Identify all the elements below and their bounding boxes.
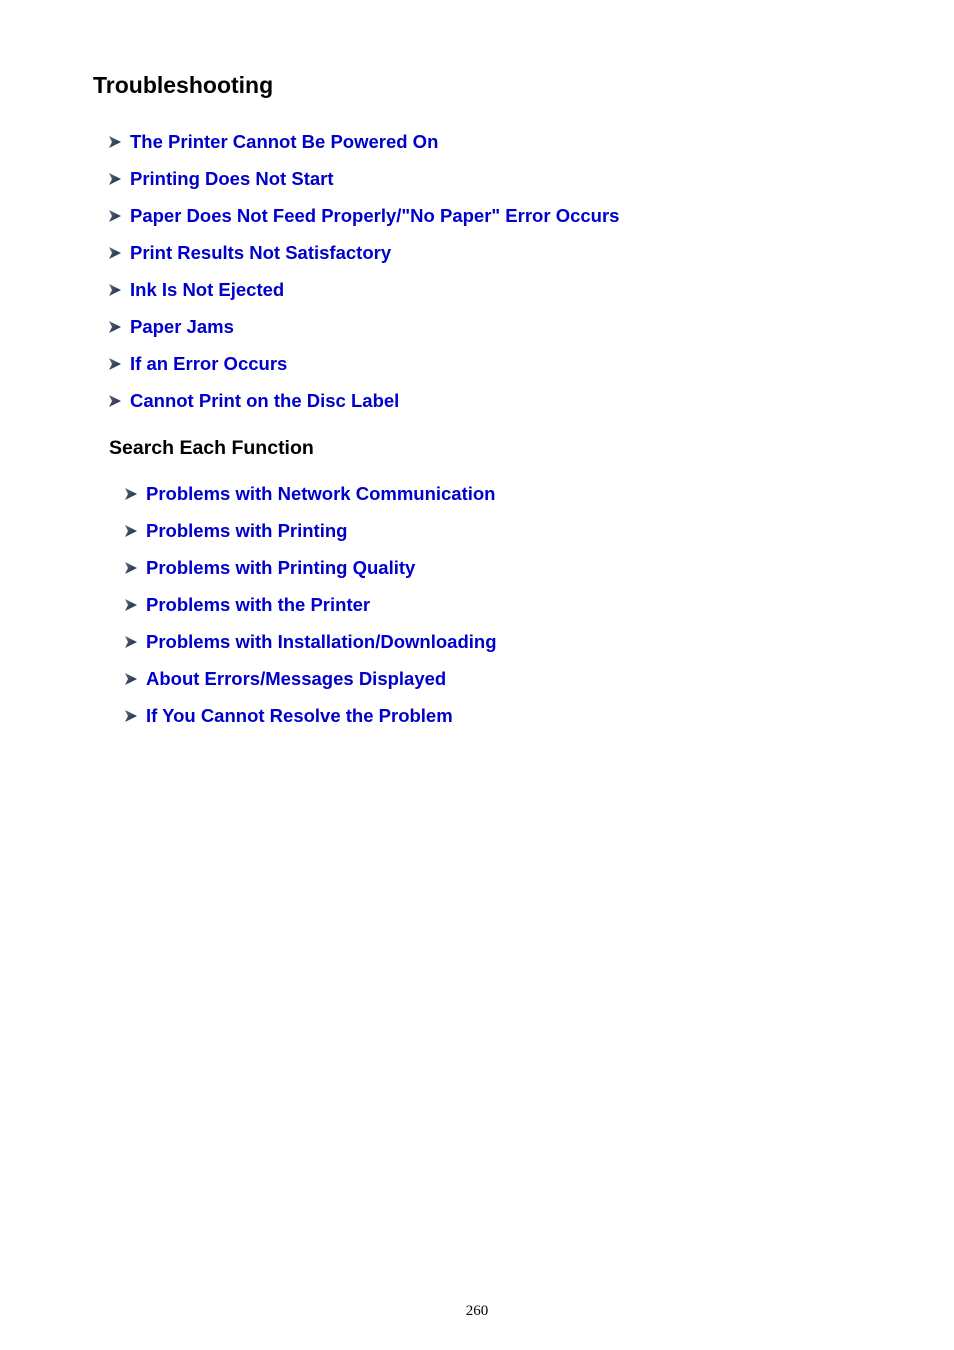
arrow-right-icon xyxy=(109,394,121,407)
link-printer-cannot-be-powered-on[interactable]: The Printer Cannot Be Powered On xyxy=(130,129,438,155)
section-heading-search-each-function: Search Each Function xyxy=(109,437,314,459)
page-title: Troubleshooting xyxy=(93,72,274,98)
link-printing-quality[interactable]: Problems with Printing Quality xyxy=(146,555,415,581)
link-ink-is-not-ejected[interactable]: Ink Is Not Ejected xyxy=(130,277,284,303)
arrow-right-icon xyxy=(109,135,121,148)
list-item: Paper Does Not Feed Properly/"No Paper" … xyxy=(108,197,619,234)
list-item: Printing Does Not Start xyxy=(108,160,619,197)
arrow-right-icon xyxy=(125,709,137,722)
list-item: About Errors/Messages Displayed xyxy=(124,660,497,697)
arrow-right-icon xyxy=(109,246,121,259)
list-item: Problems with Network Communication xyxy=(124,475,497,512)
link-cannot-resolve-problem[interactable]: If You Cannot Resolve the Problem xyxy=(146,703,453,729)
page-number: 260 xyxy=(465,1303,489,1319)
list-item: The Printer Cannot Be Powered On xyxy=(108,123,619,160)
list-item: Cannot Print on the Disc Label xyxy=(108,382,619,419)
link-installation-downloading[interactable]: Problems with Installation/Downloading xyxy=(146,629,497,655)
arrow-right-icon xyxy=(109,357,121,370)
link-problems-with-printer[interactable]: Problems with the Printer xyxy=(146,592,370,618)
link-errors-messages-displayed[interactable]: About Errors/Messages Displayed xyxy=(146,666,446,692)
link-if-an-error-occurs[interactable]: If an Error Occurs xyxy=(130,351,287,377)
link-paper-jams[interactable]: Paper Jams xyxy=(130,314,234,340)
arrow-right-icon xyxy=(109,320,121,333)
arrow-right-icon xyxy=(125,524,137,537)
link-paper-does-not-feed[interactable]: Paper Does Not Feed Properly/"No Paper" … xyxy=(130,203,619,229)
list-item: If an Error Occurs xyxy=(108,345,619,382)
search-function-link-list: Problems with Network Communication Prob… xyxy=(124,475,497,734)
list-item: Problems with Installation/Downloading xyxy=(124,623,497,660)
arrow-right-icon xyxy=(125,487,137,500)
arrow-right-icon xyxy=(125,561,137,574)
list-item: Ink Is Not Ejected xyxy=(108,271,619,308)
link-print-results-not-satisfactory[interactable]: Print Results Not Satisfactory xyxy=(130,240,391,266)
link-cannot-print-disc-label[interactable]: Cannot Print on the Disc Label xyxy=(130,388,399,414)
list-item: Problems with Printing Quality xyxy=(124,549,497,586)
arrow-right-icon xyxy=(109,283,121,296)
arrow-right-icon xyxy=(125,598,137,611)
list-item: If You Cannot Resolve the Problem xyxy=(124,697,497,734)
list-item: Paper Jams xyxy=(108,308,619,345)
list-item: Problems with Printing xyxy=(124,512,497,549)
link-problems-with-printing[interactable]: Problems with Printing xyxy=(146,518,347,544)
troubleshooting-link-list: The Printer Cannot Be Powered On Printin… xyxy=(108,123,619,419)
link-printing-does-not-start[interactable]: Printing Does Not Start xyxy=(130,166,334,192)
arrow-right-icon xyxy=(109,172,121,185)
list-item: Print Results Not Satisfactory xyxy=(108,234,619,271)
arrow-right-icon xyxy=(125,672,137,685)
link-network-communication[interactable]: Problems with Network Communication xyxy=(146,481,496,507)
list-item: Problems with the Printer xyxy=(124,586,497,623)
arrow-right-icon xyxy=(109,209,121,222)
arrow-right-icon xyxy=(125,635,137,648)
